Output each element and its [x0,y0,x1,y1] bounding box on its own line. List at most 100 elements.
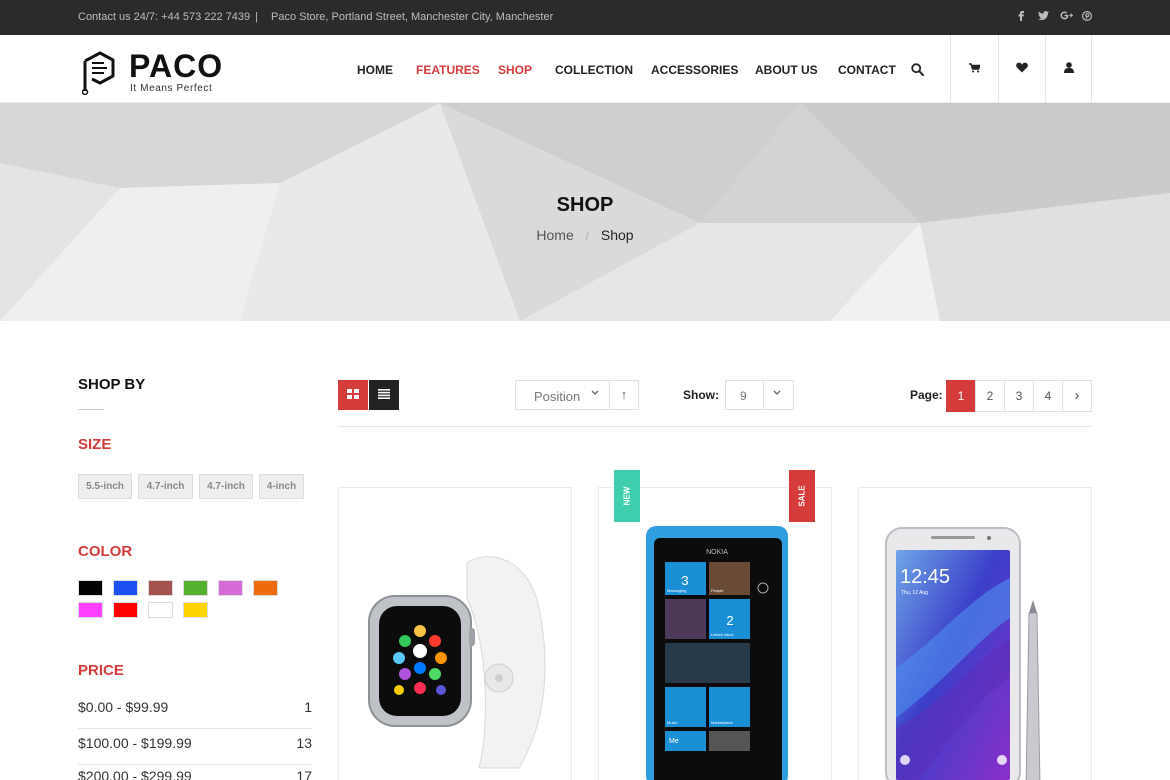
chevron-down-icon [773,388,781,399]
chevron-down-icon [591,388,599,399]
nav-contact[interactable]: CONTACT [838,63,896,77]
sort-by-value: Position [534,389,581,404]
show-per-page-select[interactable]: 9 [725,380,794,410]
grid-view-button[interactable] [338,380,368,410]
search-icon[interactable] [911,63,924,81]
site-header: PACO It Means Perfect HOME FEATURES SHOP… [0,35,1170,103]
sidebar-title: SHOP BY [78,376,146,393]
next-page-button[interactable]: › [1062,380,1092,412]
pinterest-icon[interactable] [1081,10,1093,24]
brand-tagline: It Means Perfect [130,83,213,94]
cart-icon [968,60,981,78]
tile-count: 2 [726,613,733,628]
price-range-count: 1 [304,699,312,715]
sort-direction-button[interactable]: ↑ [609,380,639,410]
tile-caption: People [711,588,724,593]
heart-icon [1016,60,1028,78]
size-filter-5-5-inch[interactable]: 5.5-inch [78,474,132,499]
sale-badge: SALE [789,470,815,522]
paco-logo-icon[interactable] [81,49,116,100]
color-swatch[interactable] [78,602,103,618]
sidebar-divider [78,409,104,410]
color-heading: COLOR [78,543,133,560]
breadcrumb-home[interactable]: Home [536,227,573,243]
color-swatch[interactable] [183,602,208,618]
social-links [1016,10,1093,24]
product-card[interactable] [338,487,572,780]
page-label: Page: [910,388,943,402]
nav-home[interactable]: HOME [357,63,393,77]
breadcrumb-current: Shop [600,227,634,243]
page-title: SHOP [556,194,614,216]
list-view-button[interactable] [369,380,399,410]
nokia-phone-image: NOKIA 3 Messaging People 2 Linked inbox … [646,526,788,780]
show-label: Show: [683,388,719,402]
tile-caption: Linked inbox [711,632,733,637]
page-3-button[interactable]: 3 [1004,380,1034,412]
price-filter-row[interactable]: $100.00 - $199.99 13 [78,729,312,765]
lockscreen-clock: 12:45 [900,566,950,588]
price-range-count: 13 [296,735,312,751]
page-banner: SHOP Home / Shop [0,103,1170,321]
price-range-label: $100.00 - $199.99 [78,735,192,751]
top-bar: Contact us 24/7: +44 573 222 7439 | Paco… [0,0,1170,35]
user-icon [1063,60,1074,78]
contact-info: Contact us 24/7: +44 573 222 7439 [78,11,251,23]
select-divider [763,381,764,409]
facebook-icon[interactable] [1016,11,1026,24]
page-1-button[interactable]: 1 [946,380,976,412]
price-range-label: $200.00 - $299.99 [78,768,192,780]
size-filter-4-7-inch[interactable]: 4.7-inch [199,474,253,499]
brand-name[interactable]: PACO [129,48,223,85]
show-per-page-value: 9 [740,389,747,403]
nav-accessories[interactable]: ACCESSORIES [651,63,738,77]
tile-caption: Music [667,720,677,725]
wishlist-button[interactable] [998,35,1045,103]
price-filter-row[interactable]: $0.00 - $99.99 1 [78,693,312,729]
toolbar-divider [338,426,1092,427]
cart-button[interactable] [950,35,997,103]
nav-about-us[interactable]: ABOUT US [755,63,818,77]
product-card[interactable]: NOKIA 3 Messaging People 2 Linked inbox … [598,487,832,780]
nav-shop[interactable]: SHOP [498,63,532,77]
color-swatch[interactable] [148,602,173,618]
phone-brand: NOKIA [706,549,728,556]
price-filter-row[interactable]: $200.00 - $299.99 17 [78,762,312,780]
twitter-icon[interactable] [1038,11,1049,24]
color-swatch[interactable] [148,580,173,596]
tile-count: 3 [681,573,688,588]
color-swatch[interactable] [183,580,208,596]
price-range-label: $0.00 - $99.99 [78,699,169,715]
topbar-separator: | [255,11,258,23]
color-swatch[interactable] [113,602,138,618]
price-heading: PRICE [78,662,124,679]
store-address: Paco Store, Portland Street, Manchester … [271,11,554,23]
tile-caption: Messaging [667,588,686,593]
account-button[interactable] [1045,35,1092,103]
breadcrumb-separator: / [585,229,589,243]
color-swatch[interactable] [113,580,138,596]
grid-icon [347,386,359,404]
color-swatch[interactable] [253,580,278,596]
size-heading: SIZE [78,436,112,453]
price-range-count: 17 [296,768,312,780]
tile-caption: Me [669,738,679,745]
page-2-button[interactable]: 2 [975,380,1005,412]
tile-caption: Marketplace [711,720,734,725]
nav-features[interactable]: FEATURES [416,63,480,77]
page-4-button[interactable]: 4 [1033,380,1063,412]
size-filter-4-7-inch[interactable]: 4.7-inch [138,474,193,499]
breadcrumb: Home / Shop [0,227,1170,243]
google-plus-icon[interactable] [1060,11,1073,24]
sort-by-select[interactable]: Position [515,380,610,410]
new-badge: NEW [614,470,640,522]
color-swatch[interactable] [78,580,103,596]
nav-collection[interactable]: COLLECTION [555,63,633,77]
lockscreen-date: Thu, 12 Aug [901,590,928,596]
samsung-phone-image: 12:45 Thu, 12 Aug [885,527,1041,780]
list-icon [378,386,390,404]
color-swatch[interactable] [218,580,243,596]
smartwatch-image [368,556,546,769]
size-filter-4-inch[interactable]: 4-inch [259,474,304,499]
product-card[interactable]: 12:45 Thu, 12 Aug [858,487,1092,780]
